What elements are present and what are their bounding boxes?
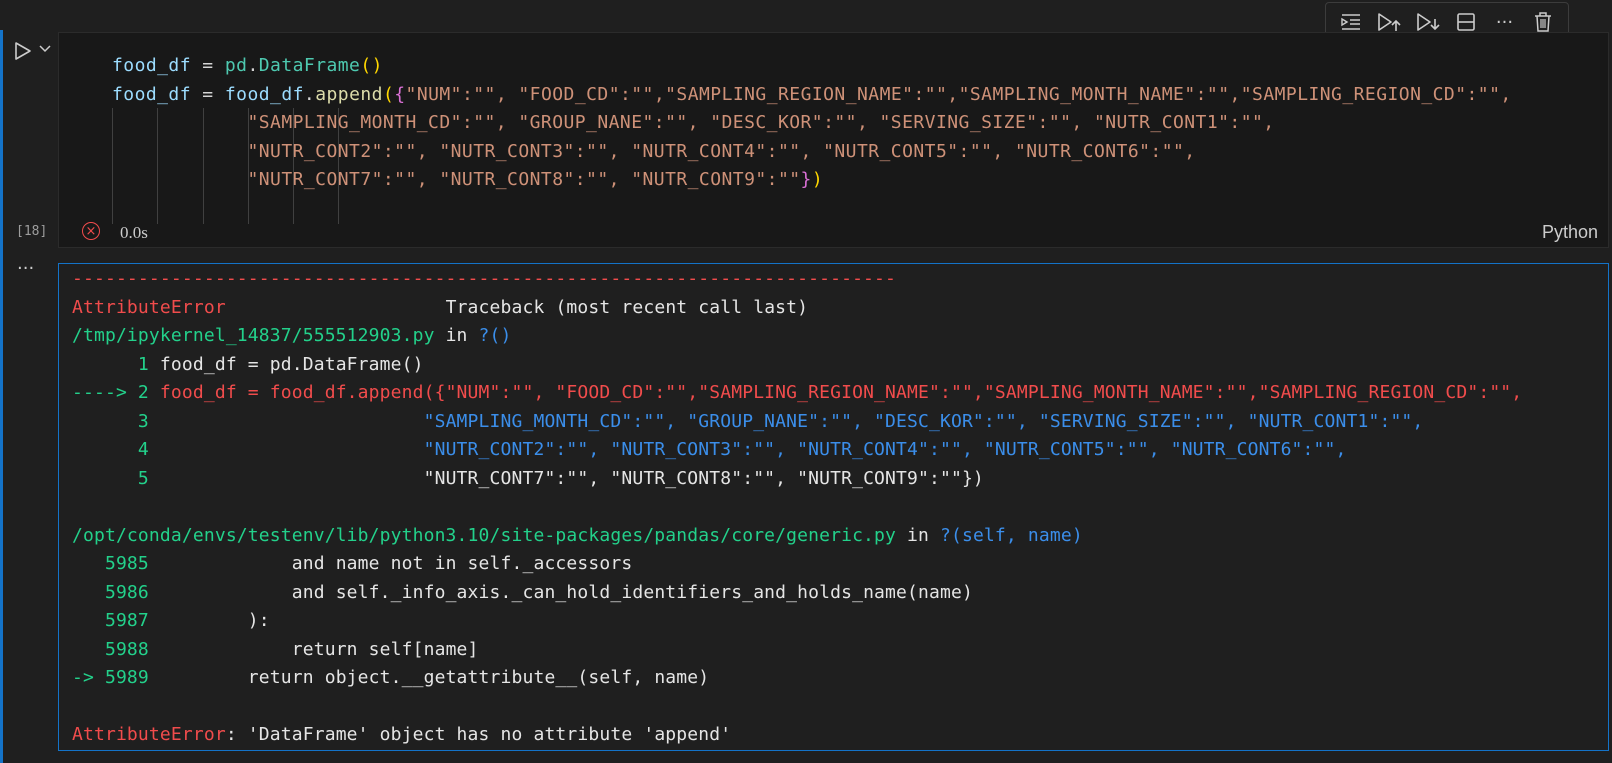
traceback-header: Traceback (most recent call last) bbox=[226, 297, 808, 318]
execution-duration: 0.0s bbox=[120, 223, 148, 242]
trash-icon bbox=[1534, 12, 1551, 32]
split-icon bbox=[1457, 13, 1475, 31]
line-number: 3 bbox=[72, 410, 160, 432]
cell-focus-bar bbox=[0, 30, 3, 763]
line-number: 5988 bbox=[72, 638, 160, 660]
traceback-code: "NUTR_CONT7":"", "NUTR_CONT8":"", "NUTR_… bbox=[159, 467, 984, 489]
line-number: 1 bbox=[72, 353, 160, 375]
run-up-icon bbox=[1378, 13, 1402, 31]
run-above-icon bbox=[1341, 14, 1361, 30]
code-token: { bbox=[394, 83, 406, 105]
code-token: = bbox=[191, 55, 225, 76]
traceback-code: food_df = food_df.append({"NUM":"", "FOO… bbox=[159, 382, 1523, 403]
code-token: "SAMPLING_MONTH_CD":"", "GROUP_NANE":"",… bbox=[247, 112, 1275, 134]
code-token: "NUM":"", "FOOD_CD":"","SAMPLING_REGION_… bbox=[405, 83, 1512, 105]
cell-output: ----------------------------------------… bbox=[58, 263, 1609, 751]
code-token: () bbox=[360, 55, 383, 76]
run-cell-button[interactable] bbox=[12, 40, 34, 62]
code-line: "NUTR_CONT7":"", "NUTR_CONT8":"", "NUTR_… bbox=[112, 169, 823, 190]
code-editor[interactable]: food_df = pd.DataFrame() food_df = food_… bbox=[58, 32, 1609, 248]
traceback-code: ): bbox=[159, 610, 270, 631]
line-number: 5987 bbox=[72, 610, 160, 631]
code-line: food_df = pd.DataFrame() bbox=[112, 55, 383, 76]
code-text: food_df = pd.DataFrame() food_df = food_… bbox=[112, 52, 1512, 195]
code-line: "NUTR_CONT2":"", "NUTR_CONT3":"", "NUTR_… bbox=[112, 141, 1196, 162]
code-token: = bbox=[191, 83, 225, 105]
code-token: pd bbox=[224, 55, 248, 76]
traceback-code: return object.__getattribute__(self, nam… bbox=[159, 667, 710, 688]
run-options-dropdown[interactable] bbox=[38, 42, 52, 56]
error-name: AttributeError bbox=[72, 724, 226, 745]
code-token: . bbox=[247, 55, 259, 76]
code-token: "NUTR_CONT2":"", "NUTR_CONT3":"", "NUTR_… bbox=[247, 140, 1196, 162]
output-actions-button[interactable]: ··· bbox=[17, 260, 34, 278]
traceback-code: and name not in self._accessors bbox=[159, 553, 633, 574]
traceback-function: ?() bbox=[478, 325, 512, 346]
code-line: food_df = food_df.append({"NUM":"", "FOO… bbox=[112, 84, 1512, 105]
traceback-in: in bbox=[896, 524, 940, 546]
code-token: ) bbox=[811, 169, 824, 191]
code-token: food_df bbox=[112, 83, 192, 105]
traceback-header-text: Traceback (most recent call last) bbox=[445, 296, 809, 318]
error-status-icon: × bbox=[82, 222, 100, 240]
traceback-file-link[interactable]: /opt/conda/envs/testenv/lib/python3.10/s… bbox=[72, 525, 896, 546]
line-number: 5986 bbox=[72, 581, 160, 603]
play-icon bbox=[15, 42, 31, 60]
traceback-function: ?(self, name) bbox=[939, 524, 1083, 546]
traceback-code: "NUTR_CONT2":"", "NUTR_CONT3":"", "NUTR_… bbox=[159, 439, 1347, 460]
code-token: append bbox=[315, 83, 383, 105]
chevron-down-icon bbox=[39, 45, 51, 53]
code-token: "NUTR_CONT7":"", "NUTR_CONT8":"", "NUTR_… bbox=[247, 169, 801, 191]
execution-count: [18] bbox=[16, 224, 48, 239]
line-number: 4 bbox=[72, 439, 160, 460]
language-selector[interactable]: Python bbox=[1542, 222, 1598, 243]
traceback-code: food_df = pd.DataFrame() bbox=[159, 353, 424, 375]
traceback-text: ----------------------------------------… bbox=[72, 265, 1522, 750]
code-token: . bbox=[303, 83, 316, 105]
traceback-divider: ----------------------------------------… bbox=[72, 268, 897, 289]
traceback-code: "SAMPLING_MONTH_CD":"", "GROUP_NANE":"",… bbox=[159, 410, 1424, 432]
traceback-code: and self._info_axis._can_hold_identifier… bbox=[159, 581, 973, 603]
code-token: } bbox=[800, 169, 812, 191]
error-name: AttributeError bbox=[72, 296, 226, 318]
ellipsis-icon: ··· bbox=[1495, 11, 1514, 33]
code-token: food_df bbox=[224, 83, 304, 105]
error-arrow: ----> 2 bbox=[72, 382, 160, 403]
code-token: DataFrame bbox=[258, 55, 361, 76]
traceback-in: in bbox=[434, 325, 479, 346]
code-token: ( bbox=[382, 83, 395, 105]
notebook-cell: ··· food_df = pd.DataFrame() food_df = f… bbox=[0, 0, 1612, 763]
error-message: : 'DataFrame' object has no attribute 'a… bbox=[225, 724, 732, 745]
traceback-code: return self[name] bbox=[159, 638, 479, 660]
traceback-file-link[interactable]: /tmp/ipykernel_14837/555512903.py bbox=[72, 325, 435, 346]
code-token: food_df bbox=[112, 55, 192, 76]
line-number: 5 bbox=[72, 467, 160, 489]
run-down-icon bbox=[1417, 13, 1440, 31]
line-number: 5985 bbox=[72, 553, 160, 574]
error-arrow: -> 5989 bbox=[72, 667, 160, 688]
code-line: "SAMPLING_MONTH_CD":"", "GROUP_NANE":"",… bbox=[112, 112, 1275, 133]
